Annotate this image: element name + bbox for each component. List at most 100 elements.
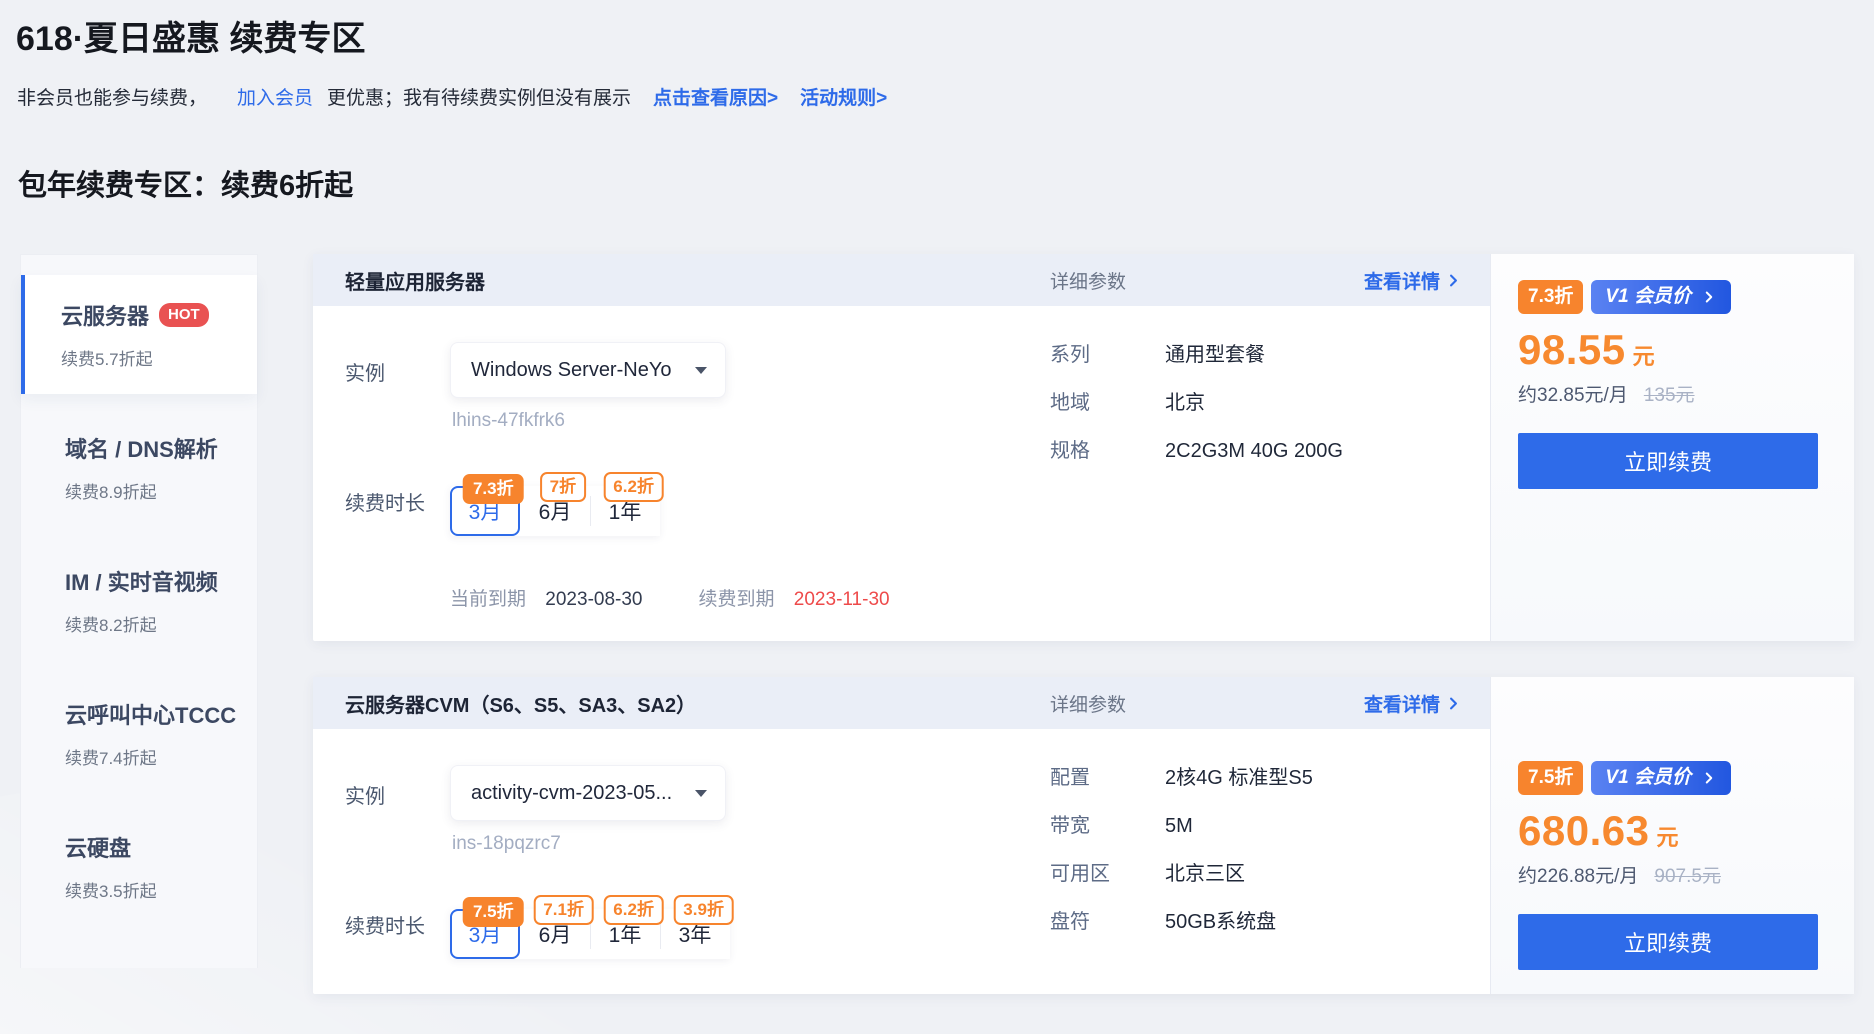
duration-option-6m[interactable]: 7折 6月 xyxy=(520,486,590,536)
subtitle-row: 非会员也能参与续费， 加入会员 更优惠；我有待续费实例但没有展示 点击查看原因>… xyxy=(17,86,1874,112)
renew-expire-label: 续费到期 xyxy=(699,589,775,610)
discount-tag: 6.2折 xyxy=(603,472,664,502)
note-mid: 更优惠；我有待续费实例但没有展示 xyxy=(327,86,631,112)
view-reason-link[interactable]: 点击查看原因> xyxy=(653,86,778,112)
duration-option-1y[interactable]: 6.2折 1年 xyxy=(590,486,660,536)
instance-id: lhins-47fkfrk6 xyxy=(452,410,726,432)
renew-now-button[interactable]: 立即续费 xyxy=(1518,433,1818,489)
instance-select-value: Windows Server-NeYo xyxy=(471,359,671,382)
product-card-lighthouse: 轻量应用服务器 详细参数 查看详情 实例 xyxy=(313,254,1853,641)
content-row: 云服务器 HOT 续费5.7折起 域名 / DNS解析 续费8.9折起 IM /… xyxy=(0,254,1874,994)
sidebar-item-title: 云服务器 xyxy=(61,299,149,331)
price-currency: 元 xyxy=(1633,339,1655,371)
activity-rules-link[interactable]: 活动规则> xyxy=(800,86,887,112)
instance-select[interactable]: activity-cvm-2023-05... xyxy=(450,765,726,821)
sidebar-item-subtitle: 续费8.9折起 xyxy=(65,478,241,503)
price-amount: 680.63 xyxy=(1518,807,1649,855)
card-header: 云服务器CVM（S6、S5、SA3、SA2） 详细参数 查看详情 xyxy=(313,677,1490,729)
duration-label: 续费时长 xyxy=(345,895,450,959)
duration-option-3m[interactable]: 7.3折 3月 xyxy=(450,486,520,536)
sidebar-item-tccc[interactable]: 云呼叫中心TCCC 续费7.4折起 xyxy=(21,674,257,793)
sidebar-item-title: 域名 / DNS解析 xyxy=(65,432,218,464)
spec-list: 系列 通用型套餐 地域 北京 规格 2C2G3M 40G 200G xyxy=(1050,342,1490,611)
sidebar-item-cloud-server[interactable]: 云服务器 HOT 续费5.7折起 xyxy=(21,275,257,394)
original-price: 135元 xyxy=(1644,380,1695,407)
discount-tag: 7折 xyxy=(540,472,586,502)
price-amount: 98.55 xyxy=(1518,326,1626,374)
monthly-price: 约226.88元/月 xyxy=(1518,861,1638,888)
spec-row: 系列 通用型套餐 xyxy=(1050,342,1490,368)
spec-row: 配置 2核4G 标准型S5 xyxy=(1050,765,1490,791)
card-list: 轻量应用服务器 详细参数 查看详情 实例 xyxy=(313,254,1853,994)
sidebar: 云服务器 HOT 续费5.7折起 域名 / DNS解析 续费8.9折起 IM /… xyxy=(20,254,258,968)
discount-tag: 7.1折 xyxy=(533,895,594,925)
duration-label: 续费时长 xyxy=(345,472,450,536)
dropdown-caret-icon xyxy=(695,367,707,374)
current-expire-label: 当前到期 xyxy=(450,589,526,610)
price-currency: 元 xyxy=(1656,820,1678,852)
hot-badge: HOT xyxy=(159,303,209,327)
card-title: 云服务器CVM（S6、S5、SA3、SA2） xyxy=(345,689,696,718)
sidebar-item-dns[interactable]: 域名 / DNS解析 续费8.9折起 xyxy=(21,408,257,527)
view-detail-link[interactable]: 查看详情 xyxy=(1364,267,1460,294)
duration-group: 7.3折 3月 7折 6月 6.2折 1年 xyxy=(450,486,660,536)
join-member-link[interactable]: 加入会员 xyxy=(237,86,313,112)
product-card-cvm: 云服务器CVM（S6、S5、SA3、SA2） 详细参数 查看详情 xyxy=(313,677,1853,994)
price-panel: 7.5折 V1 会员价 680.63 元 约226.88元/月 907.5元 xyxy=(1490,677,1854,994)
spec-row: 盘符 50GB系统盘 xyxy=(1050,909,1490,935)
duration-group: 7.5折 3月 7.1折 6月 6.2折 1年 xyxy=(450,909,730,959)
discount-badge: 7.5折 xyxy=(1518,761,1583,795)
section-title: 包年续费专区：续费6折起 xyxy=(18,166,1874,206)
chevron-right-icon xyxy=(1447,697,1460,710)
original-price: 907.5元 xyxy=(1654,861,1721,888)
sidebar-item-im[interactable]: IM / 实时音视频 续费8.2折起 xyxy=(21,541,257,660)
chevron-right-icon xyxy=(1703,772,1715,784)
sidebar-item-title: 云呼叫中心TCCC xyxy=(65,698,236,730)
current-expire-value: 2023-08-30 xyxy=(545,589,642,610)
params-label: 详细参数 xyxy=(1050,690,1126,717)
renew-expire-value: 2023-11-30 xyxy=(794,589,890,610)
sidebar-item-cbs[interactable]: 云硬盘 续费3.5折起 xyxy=(21,807,257,926)
instance-select-value: activity-cvm-2023-05... xyxy=(471,782,672,805)
chevron-right-icon xyxy=(1703,291,1715,303)
discount-tag: 7.3折 xyxy=(463,474,524,504)
instance-label: 实例 xyxy=(345,765,450,855)
duration-option-3y[interactable]: 3.9折 3年 xyxy=(660,909,730,959)
spec-row: 规格 2C2G3M 40G 200G xyxy=(1050,438,1490,464)
discount-tag: 6.2折 xyxy=(603,895,664,925)
sidebar-item-subtitle: 续费7.4折起 xyxy=(65,744,241,769)
price-panel: 7.3折 V1 会员价 98.55 元 约32.85元/月 135元 xyxy=(1490,254,1854,641)
card-title: 轻量应用服务器 xyxy=(345,266,485,295)
card-header: 轻量应用服务器 详细参数 查看详情 xyxy=(313,254,1490,306)
params-label: 详细参数 xyxy=(1050,267,1126,294)
sidebar-item-subtitle: 续费8.2折起 xyxy=(65,611,241,636)
sidebar-item-title: 云硬盘 xyxy=(65,831,131,863)
discount-tag: 7.5折 xyxy=(463,897,524,927)
renew-now-button[interactable]: 立即续费 xyxy=(1518,914,1818,970)
view-detail-link[interactable]: 查看详情 xyxy=(1364,690,1460,717)
spec-row: 带宽 5M xyxy=(1050,813,1490,839)
duration-option-1y[interactable]: 6.2折 1年 xyxy=(590,909,660,959)
sidebar-item-title: IM / 实时音视频 xyxy=(65,565,218,597)
duration-option-3m[interactable]: 7.5折 3月 xyxy=(450,909,520,959)
duration-option-6m[interactable]: 7.1折 6月 xyxy=(520,909,590,959)
instance-id: ins-18pqzrc7 xyxy=(452,833,726,855)
member-price-badge[interactable]: V1 会员价 xyxy=(1591,761,1731,795)
instance-select[interactable]: Windows Server-NeYo xyxy=(450,342,726,398)
sidebar-item-subtitle: 续费3.5折起 xyxy=(65,877,241,902)
expire-dates: 当前到期 2023-08-30 续费到期 2023-11-30 xyxy=(450,584,1050,611)
sidebar-item-subtitle: 续费5.7折起 xyxy=(61,345,241,370)
page-title: 618·夏日盛惠 续费专区 xyxy=(16,16,1874,62)
monthly-price: 约32.85元/月 xyxy=(1518,380,1628,407)
discount-tag: 3.9折 xyxy=(673,895,734,925)
member-price-badge[interactable]: V1 会员价 xyxy=(1591,280,1731,314)
spec-list: 配置 2核4G 标准型S5 带宽 5M 可用区 北京三区 xyxy=(1050,765,1490,959)
dropdown-caret-icon xyxy=(695,790,707,797)
instance-label: 实例 xyxy=(345,342,450,432)
spec-row: 可用区 北京三区 xyxy=(1050,861,1490,887)
note-prefix: 非会员也能参与续费， xyxy=(17,86,207,112)
discount-badge: 7.3折 xyxy=(1518,280,1583,314)
spec-row: 地域 北京 xyxy=(1050,390,1490,416)
renewal-page: 618·夏日盛惠 续费专区 非会员也能参与续费， 加入会员 更优惠；我有待续费实… xyxy=(0,0,1874,994)
chevron-right-icon xyxy=(1447,274,1460,287)
